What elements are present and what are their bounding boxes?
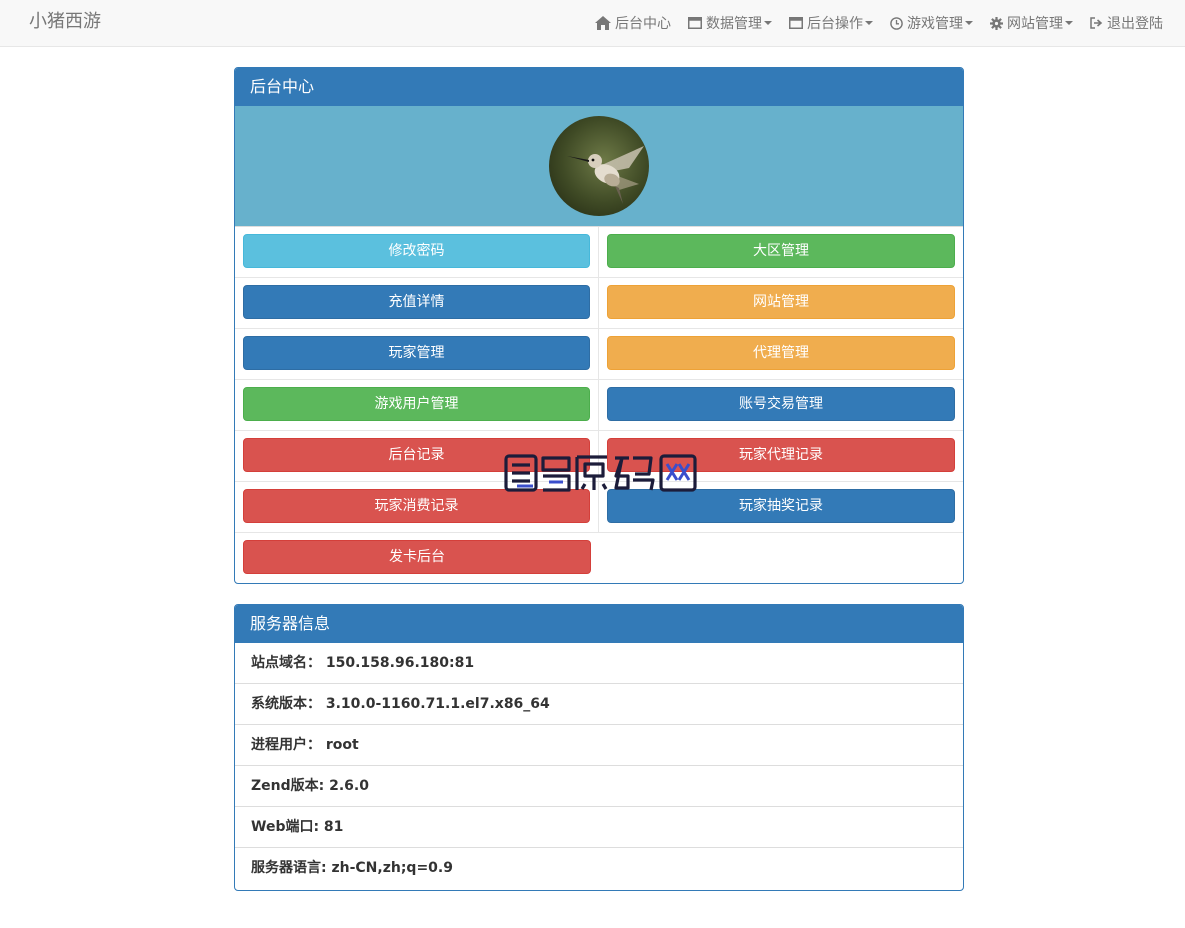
- card-issuing-backend-button[interactable]: 发卡后台: [243, 540, 591, 574]
- panel-title: 后台中心: [235, 68, 963, 106]
- site-domain-row: 站点域名： 150.158.96.180:81: [235, 643, 963, 684]
- grid-cell: 玩家管理: [235, 329, 599, 380]
- grid-cell: 修改密码: [235, 227, 599, 278]
- change-password-button[interactable]: 修改密码: [243, 234, 590, 268]
- grid-cell: 游戏用户管理: [235, 380, 599, 431]
- zend-version-row: Zend版本: 2.6.0: [235, 766, 963, 807]
- nav-item-logout[interactable]: 退出登陆: [1082, 0, 1171, 46]
- grid-cell: 充值详情: [235, 278, 599, 329]
- nav-item-backend-operations[interactable]: 后台操作: [781, 0, 881, 46]
- nav-item-admin-center[interactable]: 后台中心: [587, 0, 679, 46]
- caret-down-icon: [1065, 21, 1073, 25]
- region-management-button[interactable]: 大区管理: [607, 234, 955, 268]
- logout-icon: [1090, 17, 1103, 29]
- caret-down-icon: [965, 21, 973, 25]
- top-navbar: 小猪西游 后台中心 数据管理 后台操作 游戏管理 网站管理 退出登陆: [0, 0, 1185, 47]
- gear-icon: [990, 16, 1003, 30]
- home-icon: [595, 16, 611, 30]
- player-lottery-log-button[interactable]: 玩家抽奖记录: [607, 489, 955, 523]
- caret-down-icon: [865, 21, 873, 25]
- nav-item-label: 后台操作: [807, 16, 863, 32]
- panel-title: 服务器信息: [235, 605, 963, 643]
- nav-item-label: 后台中心: [615, 16, 671, 32]
- watermark-logo: [503, 452, 699, 494]
- grid-cell-empty: [599, 533, 963, 583]
- grid-cell: 账号交易管理: [599, 380, 963, 431]
- web-port-row: Web端口: 81: [235, 807, 963, 848]
- caret-down-icon: [764, 21, 772, 25]
- nav-item-game-management[interactable]: 游戏管理: [882, 0, 981, 46]
- game-user-management-button[interactable]: 游戏用户管理: [243, 387, 590, 421]
- grid-cell: 大区管理: [599, 227, 963, 278]
- player-management-button[interactable]: 玩家管理: [243, 336, 590, 370]
- system-version-row: 系统版本： 3.10.0-1160.71.1.el7.x86_64: [235, 684, 963, 725]
- nav-item-site-management[interactable]: 网站管理: [982, 0, 1081, 46]
- nav-item-label: 网站管理: [1007, 16, 1063, 32]
- profile-banner: [235, 106, 963, 227]
- nav-item-data-management[interactable]: 数据管理: [680, 0, 780, 46]
- nav-item-label: 数据管理: [706, 16, 762, 32]
- nav-item-label: 退出登陆: [1107, 16, 1163, 32]
- server-info-panel: 服务器信息 站点域名： 150.158.96.180:81 系统版本： 3.10…: [234, 604, 964, 891]
- agent-management-button[interactable]: 代理管理: [607, 336, 955, 370]
- server-language-row: 服务器语言: zh-CN,zh;q=0.9: [251, 860, 453, 876]
- admin-center-panel: 后台中心 修改密码 大区管理 充值详情 网站管理 玩家管理 代理管理 游戏用户管…: [234, 67, 964, 584]
- grid-cell: 代理管理: [599, 329, 963, 380]
- site-management-button[interactable]: 网站管理: [607, 285, 955, 319]
- window-icon: [688, 17, 702, 29]
- nav-item-label: 游戏管理: [907, 16, 963, 32]
- process-user-row: 进程用户： root: [235, 725, 963, 766]
- navbar-brand[interactable]: 小猪西游: [29, 0, 101, 46]
- recharge-details-button[interactable]: 充值详情: [243, 285, 590, 319]
- hummingbird-avatar: [549, 116, 649, 216]
- admin-action-grid: 修改密码 大区管理 充值详情 网站管理 玩家管理 代理管理 游戏用户管理 账号交…: [235, 227, 963, 583]
- player-spending-log-button[interactable]: 玩家消费记录: [243, 489, 590, 523]
- account-trade-management-button[interactable]: 账号交易管理: [607, 387, 955, 421]
- grid-cell: 发卡后台: [235, 533, 599, 583]
- window-icon: [789, 17, 803, 29]
- clock-icon: [890, 16, 903, 30]
- grid-cell: 网站管理: [599, 278, 963, 329]
- navbar-menu: 后台中心 数据管理 后台操作 游戏管理 网站管理 退出登陆: [586, 0, 1171, 46]
